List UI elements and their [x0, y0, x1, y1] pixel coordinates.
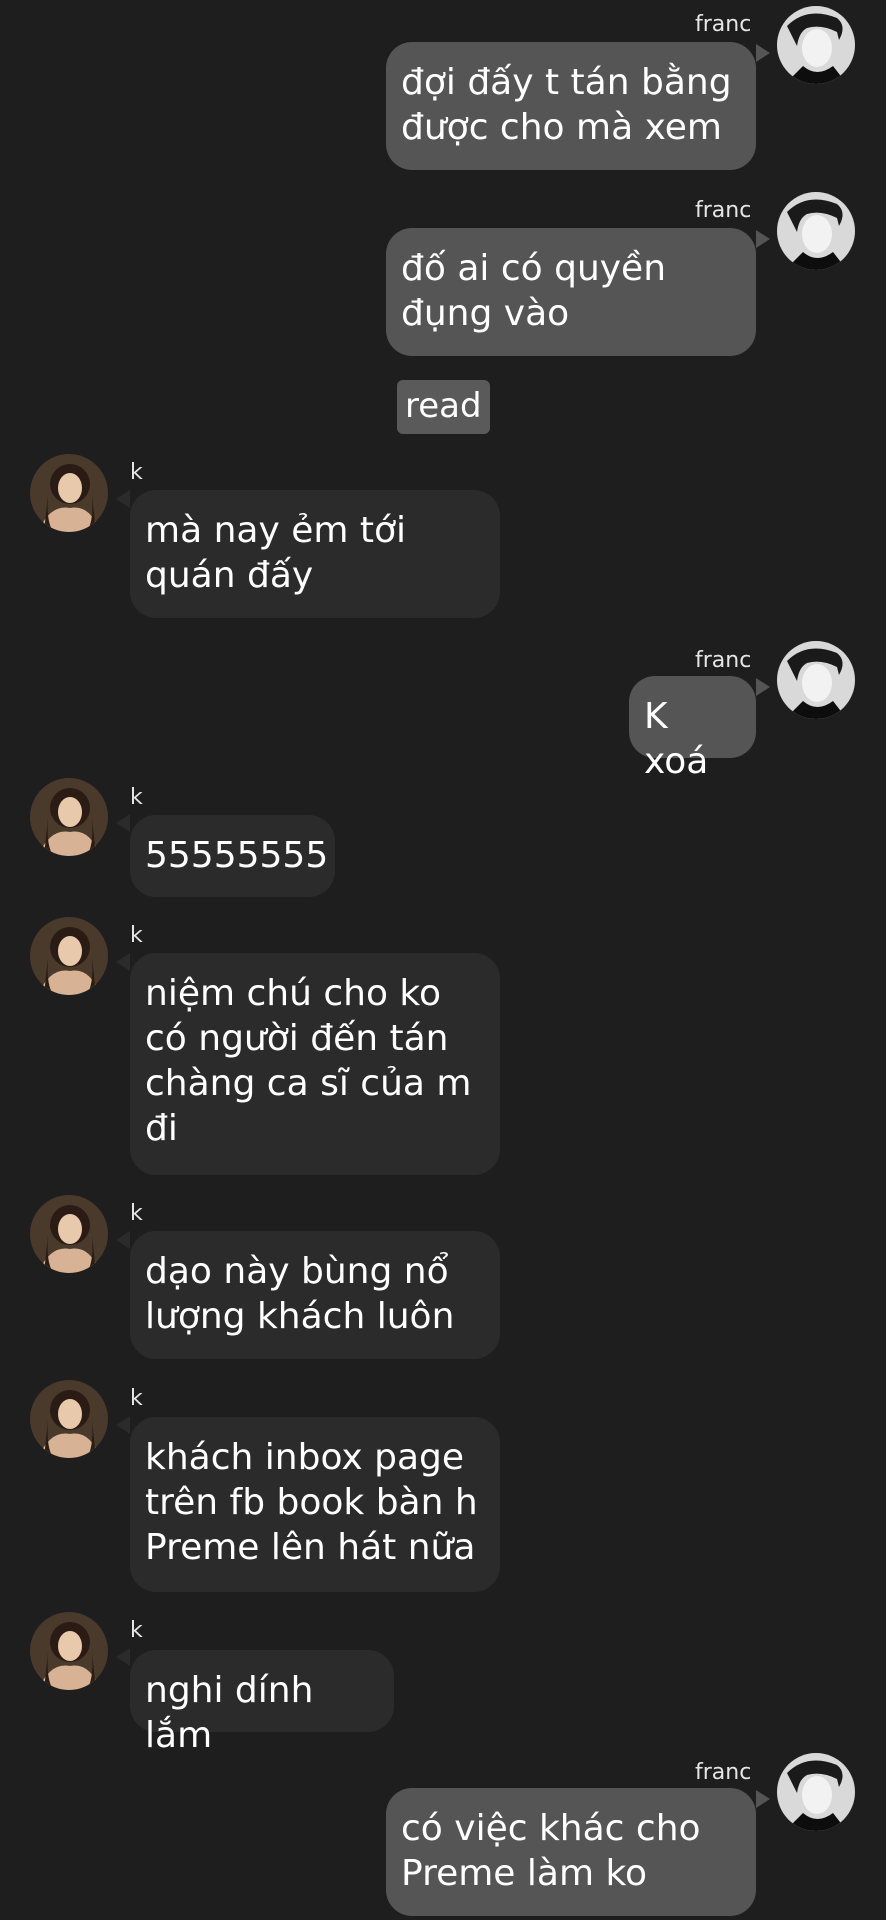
- bubble-tail: [116, 490, 130, 508]
- sender-name: franc: [695, 12, 752, 37]
- bubble-tail: [756, 230, 770, 248]
- franc-avatar[interactable]: [777, 641, 855, 719]
- k-avatar[interactable]: [30, 917, 108, 995]
- bubble-tail: [116, 1648, 130, 1666]
- incoming-message[interactable]: 55555555: [130, 815, 335, 897]
- bubble-tail: [756, 44, 770, 62]
- bubble-tail: [756, 678, 770, 696]
- k-avatar[interactable]: [30, 1195, 108, 1273]
- outgoing-message[interactable]: đố ai có quyền đụng vào: [386, 228, 756, 356]
- k-avatar[interactable]: [30, 1612, 108, 1690]
- incoming-message[interactable]: mà nay ẻm tới quán đấy: [130, 490, 500, 618]
- incoming-message[interactable]: niệm chú cho ko có người đến tán chàng c…: [130, 953, 500, 1175]
- bubble-tail: [756, 1790, 770, 1808]
- bubble-tail: [116, 814, 130, 832]
- incoming-message[interactable]: khách inbox page trên fb book bàn h Prem…: [130, 1417, 500, 1592]
- outgoing-message[interactable]: K xoá: [629, 676, 756, 782]
- sender-name: franc: [695, 1760, 752, 1785]
- sender-name: k: [130, 1618, 143, 1643]
- franc-avatar[interactable]: [777, 6, 855, 84]
- k-avatar[interactable]: [30, 454, 108, 532]
- outgoing-message[interactable]: đợi đấy t tán bằng được cho mà xem: [386, 42, 756, 170]
- bubble-tail: [116, 1416, 130, 1434]
- sender-name: k: [130, 1201, 143, 1226]
- bubble-tail: [116, 953, 130, 971]
- chat-thread: franc đợi đấy t tán bằng được cho mà xem…: [0, 0, 886, 1920]
- sender-name: k: [130, 785, 143, 810]
- sender-name: k: [130, 923, 143, 948]
- sender-name: k: [130, 460, 143, 485]
- sender-name: franc: [695, 198, 752, 223]
- incoming-message[interactable]: nghi dính lắm: [130, 1650, 394, 1756]
- sender-name: k: [130, 1386, 143, 1411]
- outgoing-message[interactable]: có việc khác cho Preme làm ko: [386, 1788, 756, 1916]
- incoming-message[interactable]: dạo này bùng nổ lượng khách luôn: [130, 1231, 500, 1359]
- sender-name: franc: [695, 648, 752, 673]
- k-avatar[interactable]: [30, 1380, 108, 1458]
- franc-avatar[interactable]: [777, 1753, 855, 1831]
- bubble-tail: [116, 1231, 130, 1249]
- k-avatar[interactable]: [30, 778, 108, 856]
- franc-avatar[interactable]: [777, 192, 855, 270]
- read-receipt: read: [397, 380, 490, 434]
